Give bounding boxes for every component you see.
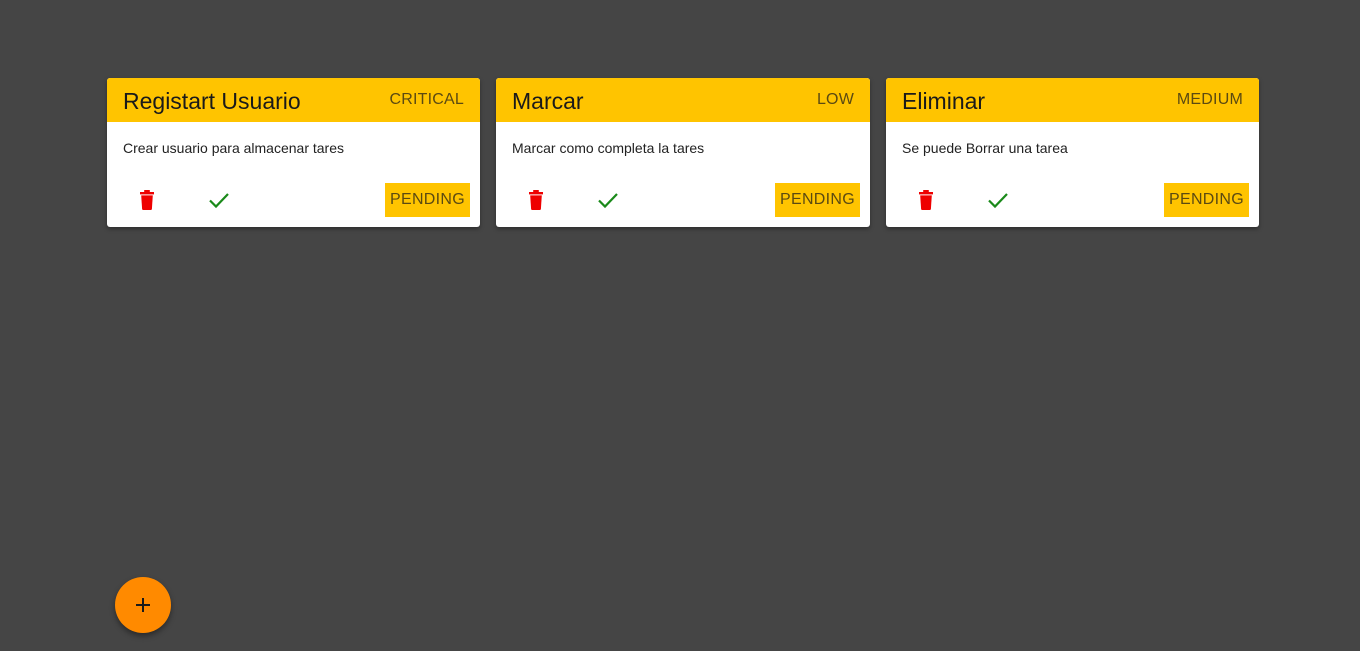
task-title: Marcar	[512, 87, 584, 114]
delete-task-button[interactable]	[913, 187, 939, 213]
task-card-header: Marcar LOW	[496, 78, 870, 122]
task-card-actions: PENDING	[496, 183, 870, 217]
task-title: Registart Usuario	[123, 87, 301, 114]
check-icon	[988, 193, 1008, 209]
priority-label: MEDIUM	[1176, 91, 1243, 108]
task-description: Crear usuario para almacenar tares	[123, 140, 344, 156]
task-card-actions: PENDING	[886, 183, 1259, 217]
task-title: Eliminar	[902, 87, 986, 114]
task-card: Registart Usuario CRITICAL Crear usuario…	[107, 78, 480, 227]
task-board: Registart Usuario CRITICAL Crear usuario…	[0, 0, 1360, 651]
trash-icon	[919, 190, 933, 210]
trash-icon	[529, 190, 543, 210]
add-task-button[interactable]	[115, 577, 171, 633]
status-button[interactable]: PENDING	[1164, 183, 1249, 217]
status-button[interactable]: PENDING	[775, 183, 860, 217]
task-card-list: Registart Usuario CRITICAL Crear usuario…	[107, 78, 1259, 227]
priority-label: LOW	[816, 91, 854, 108]
priority-label: CRITICAL	[389, 91, 464, 108]
check-icon	[209, 193, 229, 209]
status-button[interactable]: PENDING	[385, 183, 470, 217]
task-card-header: Eliminar MEDIUM	[886, 78, 1259, 122]
task-card-actions: PENDING	[107, 183, 480, 217]
task-card: Eliminar MEDIUM Se puede Borrar una tare…	[886, 78, 1259, 227]
complete-task-button[interactable]	[595, 187, 621, 213]
trash-icon	[140, 190, 154, 210]
task-card: Marcar LOW Marcar como completa la tares	[496, 78, 870, 227]
complete-task-button[interactable]	[985, 187, 1011, 213]
plus-icon	[136, 598, 150, 612]
check-icon	[598, 193, 618, 209]
complete-task-button[interactable]	[206, 187, 232, 213]
task-card-header: Registart Usuario CRITICAL	[107, 78, 480, 122]
delete-task-button[interactable]	[134, 187, 160, 213]
task-description: Se puede Borrar una tarea	[902, 140, 1068, 156]
task-description: Marcar como completa la tares	[512, 140, 705, 156]
delete-task-button[interactable]	[523, 187, 549, 213]
